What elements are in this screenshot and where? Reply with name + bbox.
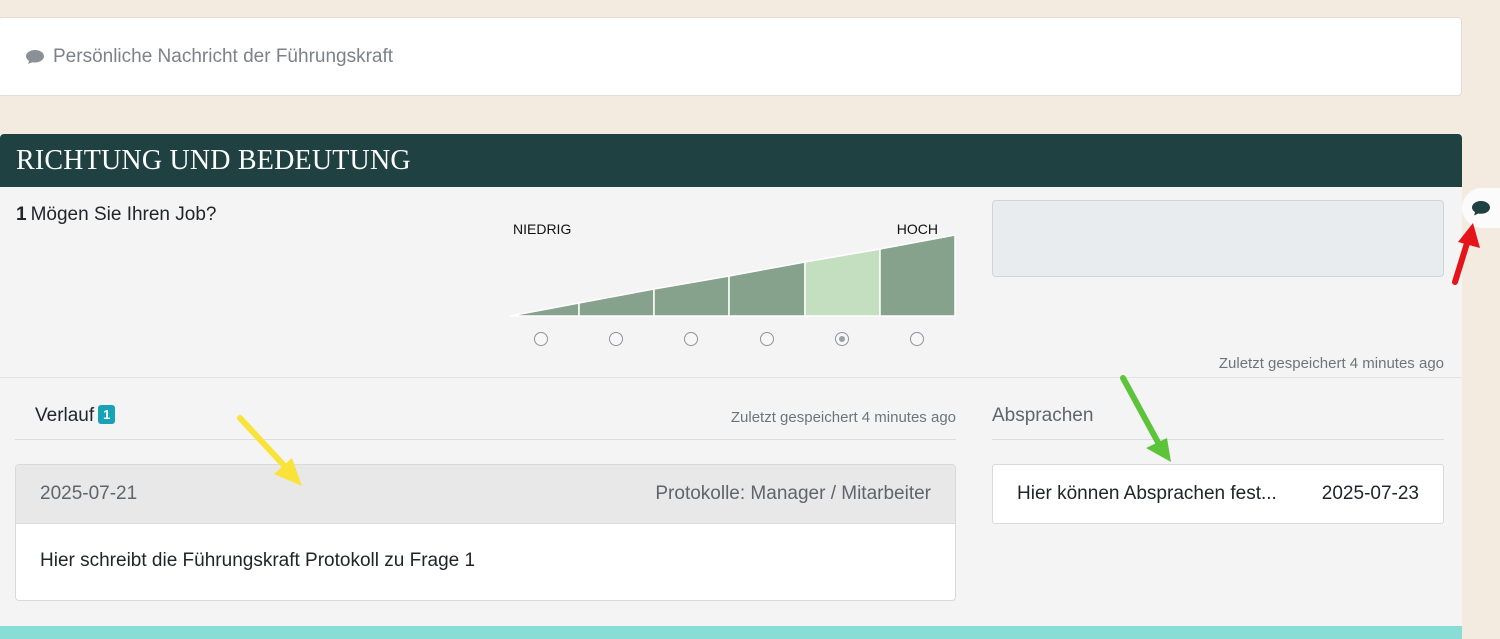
scale-radio-4[interactable] [760, 332, 774, 346]
protocol-date: 2025-07-21 [40, 483, 138, 504]
protocol-card-header: 2025-07-21 Protokolle: Manager / Mitarbe… [16, 465, 955, 524]
question-number: 1 [16, 204, 27, 225]
scale-step-6 [879, 234, 956, 317]
section-divider [0, 377, 1462, 378]
question-label: Mögen Sie Ihren Job? [30, 204, 217, 225]
scale-radio-1[interactable] [534, 332, 548, 346]
section-title: RICHTUNG UND BEDEUTUNG [16, 144, 411, 176]
absprachen-item-text: Hier können Absprachen fest... [1017, 483, 1277, 504]
protocol-text: Hier schreibt die Führungskraft Protokol… [40, 550, 476, 571]
absprachen-header: Absprachen [992, 392, 1444, 440]
scale-radio-3[interactable] [684, 332, 698, 346]
comment-tab[interactable] [1462, 188, 1500, 228]
speech-bubble-icon [26, 49, 44, 64]
scale-step-1 [510, 302, 580, 317]
rating-scale: NIEDRIG HOCH [510, 218, 960, 348]
absprachen-title: Absprachen [992, 405, 1094, 426]
answer-saved-status: Zuletzt gespeichert 4 minutes ago [1218, 355, 1444, 372]
verlauf-title[interactable]: Verlauf 1 [35, 405, 116, 427]
comment-icon [1472, 200, 1490, 215]
protocol-type: Protokolle: Manager / Mitarbeiter [655, 483, 931, 504]
absprachen-item-date: 2025-07-23 [1321, 483, 1419, 504]
protocol-card[interactable]: 2025-07-21 Protokolle: Manager / Mitarbe… [15, 464, 956, 601]
scale-radio-6[interactable] [910, 332, 924, 346]
question-text: 1 Mögen Sie Ihren Job? [16, 204, 216, 226]
scale-step-4 [728, 261, 806, 317]
scale-radio-5[interactable] [835, 332, 849, 346]
scale-step-5 [804, 248, 881, 317]
verlauf-saved-status: Zuletzt gespeichert 4 minutes ago [730, 409, 956, 426]
answer-textarea[interactable] [992, 200, 1444, 277]
scale-radio-2[interactable] [609, 332, 623, 346]
absprachen-item[interactable]: Hier können Absprachen fest... 2025-07-2… [992, 464, 1444, 524]
scale-step-2 [578, 288, 655, 317]
manager-message-label: Persönliche Nachricht der Führungskraft [53, 45, 394, 67]
manager-message-card[interactable]: Persönliche Nachricht der Führungskraft [0, 17, 1462, 96]
scale-step-3 [653, 275, 730, 317]
verlauf-header: Verlauf 1 Zuletzt gespeichert 4 minutes a… [15, 392, 956, 440]
next-section-bar [0, 626, 1462, 639]
scale-wedge [510, 234, 956, 317]
section-header: RICHTUNG UND BEDEUTUNG [0, 134, 1462, 187]
verlauf-count-badge: 1 [98, 405, 116, 424]
question-section: RICHTUNG UND BEDEUTUNG 1 Mögen Sie Ihren … [0, 134, 1462, 639]
